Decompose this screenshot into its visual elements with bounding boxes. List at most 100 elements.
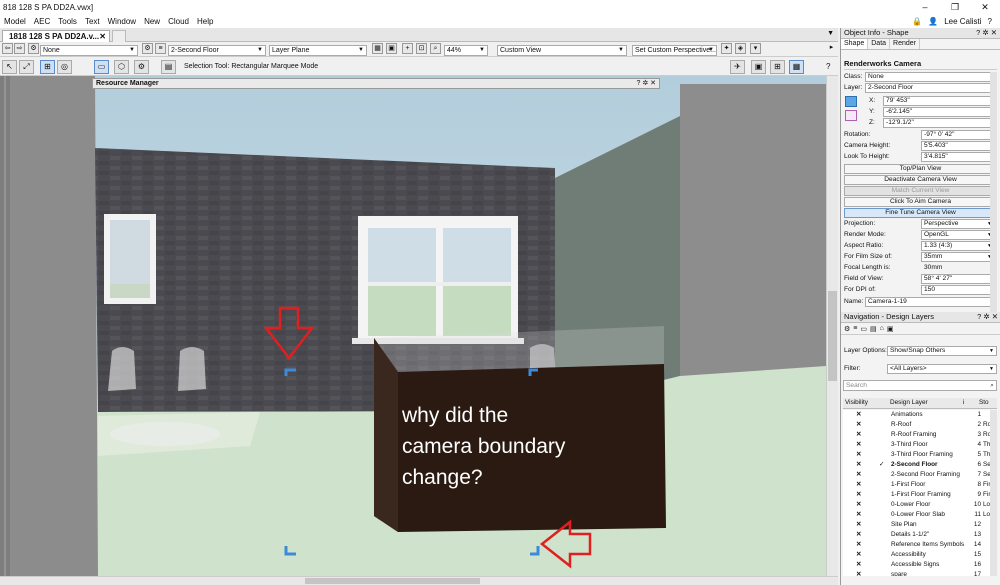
layer-row[interactable]: ✕ Accessible Signs 16 <box>843 560 995 570</box>
render-frame-icon[interactable]: ▦ <box>789 60 804 74</box>
name-field[interactable]: Camera-1-19 <box>865 297 997 307</box>
visible-icon[interactable]: ✕ <box>856 520 861 530</box>
visible-icon[interactable]: ✕ <box>856 430 861 440</box>
reshape-icon[interactable]: ⤢ <box>19 60 34 74</box>
tab-shape[interactable]: Shape <box>841 39 869 49</box>
render-mode-icon[interactable]: ◈ <box>735 43 746 54</box>
col-story[interactable]: Sto <box>979 398 989 408</box>
visible-icon[interactable]: ✕ <box>856 560 861 570</box>
layer-field[interactable]: 2-Second Floor▼ <box>865 83 997 93</box>
zoom-in-icon[interactable]: + <box>402 43 413 54</box>
preferences-icon[interactable]: ▤ <box>161 60 176 74</box>
user-name[interactable]: Lee Calisti <box>944 17 981 26</box>
class-select[interactable]: None ▼ <box>40 45 138 56</box>
visible-icon[interactable]: ✕ <box>856 410 861 420</box>
visible-icon[interactable]: ✕ <box>856 440 861 450</box>
horizontal-scrollbar[interactable] <box>0 576 838 585</box>
user-icon[interactable]: 👤 <box>928 17 938 26</box>
tab-data[interactable]: Data <box>868 39 891 49</box>
restore-icon[interactable]: ❐ <box>940 2 970 13</box>
object-info-header[interactable]: Object Info - Shape ? ✲ ✕ <box>841 28 1000 39</box>
fine-tune-camera-button[interactable]: Fine Tune Camera View <box>844 208 997 218</box>
projection-select[interactable]: Perspective▼ <box>921 219 995 229</box>
layer-row-active[interactable]: ✕ ✓ 2-Second Floor 6 Sec <box>843 460 995 470</box>
col-visibility[interactable]: Visibility <box>845 398 868 408</box>
visible-icon[interactable]: ✕ <box>856 420 861 430</box>
tab-render[interactable]: Render <box>890 39 921 49</box>
help-icon[interactable]: ? <box>988 17 992 26</box>
crop-icon[interactable]: ⊞ <box>770 60 785 74</box>
class-icon[interactable]: ⚙ <box>28 43 39 54</box>
class-options-icon[interactable]: ⚙ <box>142 43 153 54</box>
palette-controls[interactable]: ? ✲ ✕ <box>976 28 997 38</box>
visible-icon[interactable]: ✕ <box>856 470 861 480</box>
select-tool-icon[interactable]: ↖ <box>2 60 17 74</box>
resource-manager-bar[interactable]: Resource Manager ? ✲ ✕ <box>92 78 660 89</box>
layer-row[interactable]: ✕ Site Plan 12 <box>843 520 995 530</box>
lock-icon[interactable]: 🔒 <box>912 17 922 26</box>
x-field[interactable]: 79' 453" <box>883 96 997 106</box>
lasso-icon[interactable]: ◎ <box>57 60 72 74</box>
visible-icon[interactable]: ✕ <box>856 450 861 460</box>
menu-model[interactable]: Model <box>0 17 30 26</box>
sheets-tab-icon[interactable]: ▭ <box>860 325 867 333</box>
views-tab-icon[interactable]: ▤ <box>870 325 877 333</box>
visible-icon[interactable]: ✕ <box>856 510 861 520</box>
menu-text[interactable]: Text <box>81 17 104 26</box>
zoom-fit-icon[interactable]: ⊡ <box>416 43 427 54</box>
visible-icon[interactable]: ✕ <box>856 460 861 470</box>
field-of-view-field[interactable]: 58° 4' 27" <box>921 274 995 284</box>
layers-icon[interactable]: ≡ <box>155 43 166 54</box>
help-icon[interactable]: ? <box>826 62 830 71</box>
layer-row[interactable]: ✕ 3-Third Floor 4 Thi <box>843 440 995 450</box>
view-select[interactable]: Custom View ▼ <box>497 45 627 56</box>
render-icon[interactable]: ▣ <box>386 43 397 54</box>
layer-row[interactable]: ✕ 1-First Floor Framing 9 Firs <box>843 490 995 500</box>
layers-tab-icon[interactable]: ≡ <box>853 325 857 332</box>
visible-icon[interactable]: ✕ <box>856 530 861 540</box>
camera-height-field[interactable]: 5'5.403" <box>921 141 995 151</box>
layer-row[interactable]: ✕ Details 1-1/2" 13 <box>843 530 995 540</box>
menu-window[interactable]: Window <box>104 17 140 26</box>
navigation-header[interactable]: Navigation - Design Layers ? ✲ ✕ <box>841 312 1000 323</box>
options-icon[interactable]: ⚙ <box>134 60 149 74</box>
scroll-thumb[interactable] <box>305 578 480 584</box>
aspect-ratio-select[interactable]: 1.33 (4:3)▼ <box>921 241 995 251</box>
marquee-icon[interactable]: ⊞ <box>40 60 55 74</box>
layer-row[interactable]: ✕ 0-Lower Floor 10 Low <box>843 500 995 510</box>
aim-camera-button[interactable]: Click To Aim Camera <box>844 197 997 207</box>
visible-icon[interactable]: ✕ <box>856 480 861 490</box>
chevron-down-icon[interactable]: ▼ <box>827 30 834 37</box>
col-design-layer[interactable]: Design Layer <box>890 398 928 408</box>
rect-marquee-icon[interactable]: ▭ <box>94 60 109 74</box>
vertical-scrollbar[interactable] <box>826 76 838 576</box>
classes-tab-icon[interactable]: ⚙ <box>844 325 850 333</box>
layer-row[interactable]: ✕ 2-Second Floor Framing 7 Sec <box>843 470 995 480</box>
filter-select[interactable]: <All Layers> ▼ <box>887 364 997 374</box>
position-grid-icon[interactable] <box>845 96 857 107</box>
visible-icon[interactable]: ✕ <box>856 550 861 560</box>
zoom-icon[interactable]: ⌕ <box>430 43 441 54</box>
menu-tools[interactable]: Tools <box>54 17 81 26</box>
palette-controls[interactable]: ? ✲ ✕ <box>636 79 656 88</box>
close-icon[interactable]: ✕ <box>970 2 1000 13</box>
layer-select[interactable]: 2-Second Floor ▼ <box>168 45 266 56</box>
render-mode-select[interactable]: OpenGL▼ <box>921 230 995 240</box>
new-tab-button[interactable] <box>112 30 126 42</box>
top-plan-view-button[interactable]: Top/Plan View <box>844 164 997 174</box>
zoom-select[interactable]: 44% ▼ <box>444 45 488 56</box>
layer-row[interactable]: ✕ Reference Items Symbols 14 <box>843 540 995 550</box>
rotation-field[interactable]: -97° 0' 42" <box>921 130 995 140</box>
palette-controls[interactable]: ? ✲ ✕ <box>977 312 998 322</box>
layer-list-scrollbar[interactable] <box>990 410 997 576</box>
perspective-select[interactable]: Set Custom Perspective... ▼ <box>632 45 717 56</box>
visible-icon[interactable]: ✕ <box>856 570 861 576</box>
menu-cloud[interactable]: Cloud <box>164 17 193 26</box>
layer-row[interactable]: ✕ 3-Third Floor Framing 5 Thi <box>843 450 995 460</box>
layer-row[interactable]: ✕ R-Roof Framing 3 Ro <box>843 430 995 440</box>
close-tab-icon[interactable]: ✕ <box>99 31 106 42</box>
film-size-select[interactable]: 35mm▼ <box>921 252 995 262</box>
back-icon[interactable]: ⇦ <box>2 43 13 54</box>
files-tab-icon[interactable]: ▣ <box>887 325 894 333</box>
layer-options-select[interactable]: Show/Snap Others ▼ <box>887 346 997 356</box>
